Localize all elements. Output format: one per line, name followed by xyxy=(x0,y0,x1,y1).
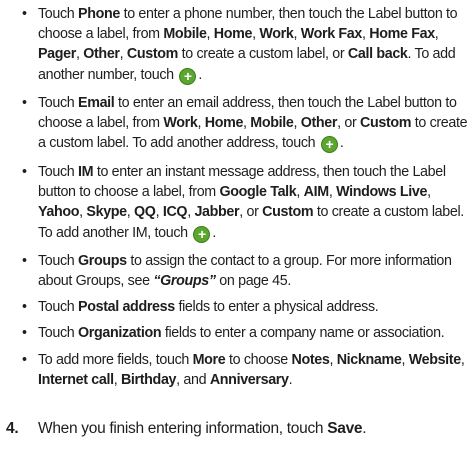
keyword-aim: AIM xyxy=(303,184,330,201)
keyword-custom: Custom xyxy=(262,204,314,221)
text: Touch xyxy=(38,253,79,269)
separator: , xyxy=(197,115,205,132)
separator: , xyxy=(296,184,304,201)
bullet-icon: • xyxy=(22,299,27,315)
text: on page 45. xyxy=(215,273,291,290)
separator: , xyxy=(126,204,135,221)
list-item-im: • Touch IM to enter an instant message a… xyxy=(22,162,470,243)
text: . xyxy=(362,420,367,437)
keyword-home-fax: Home Fax xyxy=(369,26,435,43)
text: Touch xyxy=(38,95,79,111)
list-item-phone: • Touch Phone to enter a phone number, t… xyxy=(22,4,470,85)
keyword-mobile: Mobile xyxy=(163,26,207,43)
keyword-im: IM xyxy=(78,164,94,180)
keyword-postal-address: Postal address xyxy=(78,299,175,315)
keyword-custom: Custom xyxy=(126,46,179,63)
keyword-other: Other xyxy=(300,115,338,132)
step-4: 4. When you finish entering information, … xyxy=(6,419,470,439)
text: to choose xyxy=(225,352,292,368)
separator: , xyxy=(460,352,465,368)
separator: , xyxy=(155,204,163,221)
manual-page: • Touch Phone to enter a phone number, t… xyxy=(0,0,476,452)
keyword-home: Home xyxy=(204,115,244,132)
keyword-save: Save xyxy=(327,420,363,437)
list-item-groups: • Touch Groups to assign the contact to … xyxy=(22,251,470,291)
list-item-postal: • Touch Postal address fields to enter a… xyxy=(22,297,470,317)
keyword-phone: Phone xyxy=(78,6,120,22)
keyword-organization: Organization xyxy=(78,325,162,341)
keyword-mobile: Mobile xyxy=(250,115,294,132)
text: . xyxy=(339,135,344,152)
keyword-groups: Groups xyxy=(78,253,127,269)
keyword-email: Email xyxy=(78,95,115,111)
separator: , xyxy=(329,352,337,368)
keyword-home: Home xyxy=(213,26,253,43)
bullet-icon: • xyxy=(22,164,27,180)
bullet-icon: • xyxy=(22,352,27,368)
text: . xyxy=(212,224,217,241)
list-item-organization: • Touch Organization fields to enter a c… xyxy=(22,323,470,343)
bullet-icon: • xyxy=(22,95,27,111)
keyword-internet-call: Internet call xyxy=(38,372,114,389)
keyword-icq: ICQ xyxy=(162,204,188,221)
keyword-anniversary: Anniversary xyxy=(209,372,289,389)
text: Touch xyxy=(38,164,79,180)
separator: , xyxy=(293,115,301,132)
bullet-icon: • xyxy=(22,6,27,22)
text: . xyxy=(288,372,293,389)
separator: , xyxy=(206,26,214,43)
keyword-more: More xyxy=(192,352,226,368)
keyword-work: Work xyxy=(163,115,198,132)
separator: , or xyxy=(239,204,263,221)
keyword-custom: Custom xyxy=(360,115,412,132)
step-number: 4. xyxy=(6,420,19,437)
text: to create a custom label, or xyxy=(178,46,348,63)
text: fields to enter a company name or associ… xyxy=(161,325,445,341)
bullet-icon: • xyxy=(22,253,27,269)
add-icon: + xyxy=(320,136,338,154)
keyword-other: Other xyxy=(83,46,120,63)
separator: , xyxy=(401,352,409,368)
separator: , xyxy=(328,184,337,201)
separator: , xyxy=(119,46,127,63)
add-icon: + xyxy=(179,67,197,85)
keyword-windows-live: Windows Live xyxy=(336,184,428,201)
text: Touch xyxy=(38,299,79,315)
list-item-more: • To add more fields, touch More to choo… xyxy=(22,350,470,390)
list-item-email: • Touch Email to enter an email address,… xyxy=(22,93,470,154)
separator: , and xyxy=(176,372,210,389)
keyword-pager: Pager xyxy=(38,46,76,63)
text: Touch xyxy=(38,6,79,22)
keyword-qq: QQ xyxy=(134,204,156,221)
groups-reference-link[interactable]: “Groups” xyxy=(153,273,216,289)
separator: , xyxy=(434,26,439,43)
keyword-google-talk: Google Talk xyxy=(219,184,297,201)
separator: , or xyxy=(337,115,360,132)
keyword-work: Work xyxy=(259,26,294,43)
keyword-skype: Skype xyxy=(86,204,127,221)
keyword-website: Website xyxy=(408,352,461,368)
keyword-nickname: Nickname xyxy=(336,352,402,368)
separator: , xyxy=(293,26,301,43)
keyword-yahoo: Yahoo xyxy=(38,204,80,221)
keyword-call-back: Call back xyxy=(347,46,408,63)
separator: , xyxy=(427,184,431,201)
keyword-work-fax: Work Fax xyxy=(300,26,363,43)
text: When you finish entering information, to… xyxy=(38,420,328,437)
text: fields to enter a physical address. xyxy=(174,299,379,315)
add-icon: + xyxy=(193,225,211,243)
keyword-notes: Notes xyxy=(291,352,330,368)
separator: , xyxy=(113,372,121,389)
text: To add more fields, touch xyxy=(38,352,193,368)
keyword-birthday: Birthday xyxy=(120,372,177,389)
bullet-icon: • xyxy=(22,325,27,341)
keyword-jabber: Jabber xyxy=(194,204,240,221)
text: Touch xyxy=(38,325,79,341)
text: . xyxy=(198,66,202,83)
